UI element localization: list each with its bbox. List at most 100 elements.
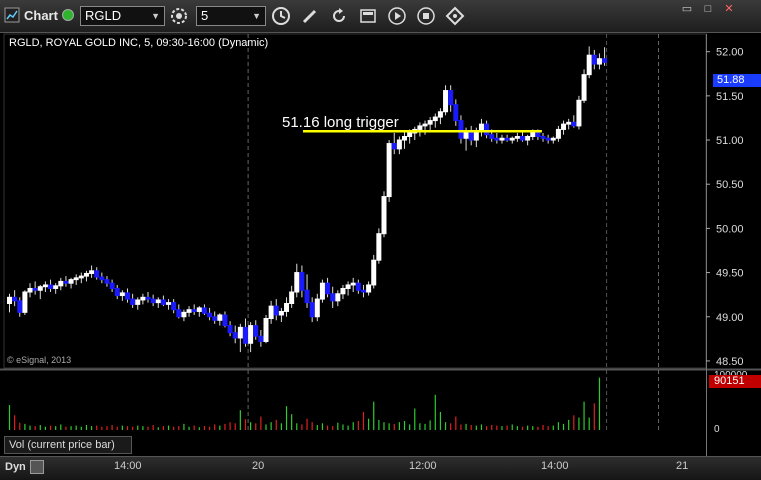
- restore-window-button[interactable]: ▭: [678, 3, 696, 15]
- candle-body: [340, 287, 346, 295]
- x-tick-label: 20: [252, 460, 265, 472]
- candle-body: [581, 74, 587, 101]
- candle-body: [273, 305, 279, 316]
- candle-body: [155, 299, 161, 304]
- candle-body: [176, 309, 182, 318]
- candle-body: [350, 282, 356, 286]
- candle-body: [514, 135, 520, 139]
- symbol-input[interactable]: RGLD ▼: [80, 6, 165, 26]
- candle-body: [140, 296, 146, 301]
- candle-body: [217, 314, 223, 321]
- candle-body: [289, 291, 295, 304]
- candle-body: [586, 54, 592, 76]
- refresh-icon[interactable]: [329, 6, 349, 26]
- candle-body: [509, 137, 515, 141]
- candle-body: [196, 307, 202, 312]
- candle-body: [212, 316, 218, 321]
- candle-body: [232, 332, 238, 339]
- candle-body: [448, 90, 454, 106]
- candle-body: [114, 287, 120, 297]
- candle-body: [381, 196, 387, 235]
- interval-select[interactable]: 5 ▼: [196, 6, 266, 26]
- x-tick-label: 12:00: [409, 460, 437, 472]
- x-axis-labels: 14:00 20 12:00 14:00 21: [0, 460, 706, 476]
- candle-body: [83, 272, 89, 277]
- candle-body: [504, 137, 510, 141]
- clock-icon[interactable]: [271, 6, 291, 26]
- last-volume-label: 90151: [714, 375, 745, 387]
- candle-body: [27, 287, 33, 293]
- chart-title: Chart: [24, 8, 58, 23]
- candle-body: [104, 279, 110, 284]
- maximize-window-button[interactable]: □: [699, 3, 717, 15]
- candle-body: [520, 135, 525, 141]
- price-candles: [7, 46, 608, 353]
- last-volume-flag: 90151: [709, 375, 761, 388]
- candle-body: [294, 272, 300, 293]
- price-chart[interactable]: 48.50 49.00 49.50 50.00 50.50 51.00 51.50 52.00…: [0, 0, 761, 480]
- pencil-icon[interactable]: [300, 6, 320, 26]
- candle-body: [463, 132, 469, 139]
- candle-body: [150, 298, 156, 304]
- play-icon[interactable]: [387, 6, 407, 26]
- symbol-input-value: RGLD: [85, 8, 122, 23]
- candle-body: [17, 300, 23, 313]
- candle-body: [391, 143, 397, 150]
- candle-body: [37, 286, 43, 291]
- candle-body: [145, 296, 151, 300]
- candle-body: [130, 298, 136, 305]
- price-axis: 48.50 49.00 49.50 50.00 50.50 51.00 51.50 52.00…: [126, 47, 748, 460]
- close-window-button[interactable]: ✕: [720, 3, 738, 15]
- calculator-icon[interactable]: [358, 6, 378, 26]
- candle-body: [299, 272, 305, 291]
- candle-body: [186, 309, 192, 313]
- candle-body: [602, 58, 608, 63]
- candle-body: [99, 276, 105, 281]
- candle-body: [325, 282, 331, 295]
- last-price-flag: 51.88: [713, 74, 761, 87]
- y-tick-label: 48.50: [716, 356, 744, 368]
- candle-body: [427, 120, 433, 125]
- candle-body: [545, 137, 551, 141]
- chart-toolbar: Chart RGLD ▼ 5 ▼ ▭ □ ✕: [0, 0, 761, 33]
- candle-body: [550, 137, 556, 141]
- candle-body: [458, 120, 464, 139]
- y-tick-label: 52.00: [716, 47, 744, 59]
- candle-body: [171, 302, 177, 311]
- candle-body: [207, 312, 213, 318]
- x-tick-label: 14:00: [541, 460, 569, 472]
- candle-body: [166, 302, 172, 305]
- volume-study-label[interactable]: Vol (current price bar): [4, 436, 132, 454]
- candle-body: [160, 299, 166, 305]
- chevron-down-icon[interactable]: ▼: [252, 7, 261, 25]
- candle-body: [7, 296, 12, 304]
- candle-body: [242, 326, 248, 344]
- candle-body: [535, 132, 541, 137]
- link-icon[interactable]: [445, 6, 465, 26]
- chevron-down-icon[interactable]: ▼: [151, 7, 160, 25]
- candle-body: [119, 292, 125, 297]
- candle-body: [222, 314, 228, 327]
- candle-body: [109, 282, 115, 289]
- candle-body: [124, 292, 130, 300]
- candle-body: [443, 90, 449, 113]
- candle-body: [89, 270, 95, 274]
- candle-body: [407, 132, 413, 137]
- candle-body: [422, 123, 428, 127]
- candle-body: [78, 275, 84, 279]
- candle-body: [555, 128, 561, 139]
- candle-body: [566, 121, 572, 125]
- y-tick-label: 50.00: [716, 223, 744, 235]
- candle-body: [530, 132, 536, 137]
- candle-body: [73, 277, 79, 281]
- candle-body: [386, 143, 392, 198]
- candle-body: [227, 325, 233, 334]
- candle-body: [278, 310, 284, 316]
- candle-body: [561, 123, 567, 130]
- candle-body: [309, 302, 315, 318]
- stop-icon[interactable]: [416, 6, 436, 26]
- gear-icon[interactable]: [169, 6, 189, 26]
- candle-body: [330, 293, 336, 302]
- candle-body: [304, 289, 310, 304]
- candle-body: [12, 296, 18, 302]
